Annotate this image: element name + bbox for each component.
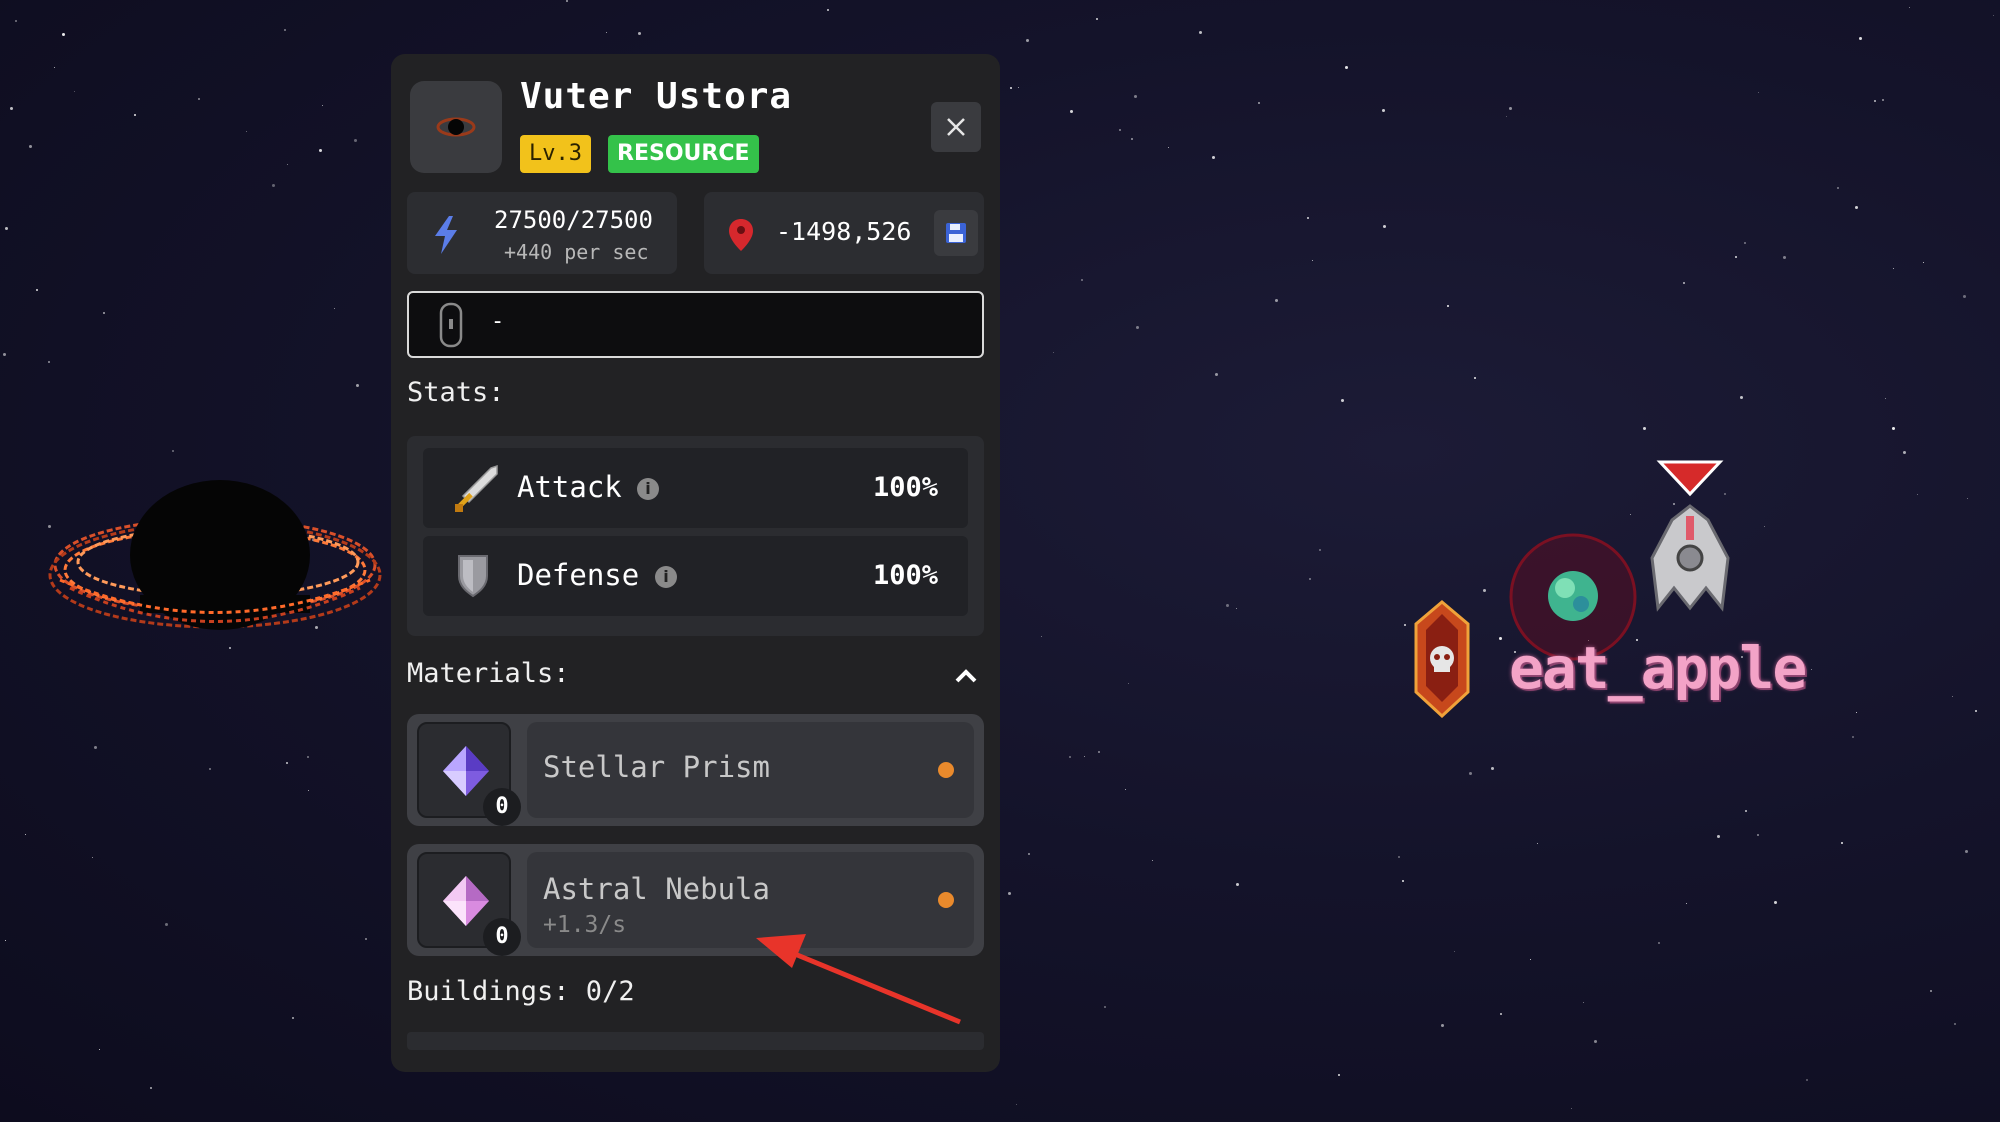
annotation-arrow: [756, 934, 961, 1025]
